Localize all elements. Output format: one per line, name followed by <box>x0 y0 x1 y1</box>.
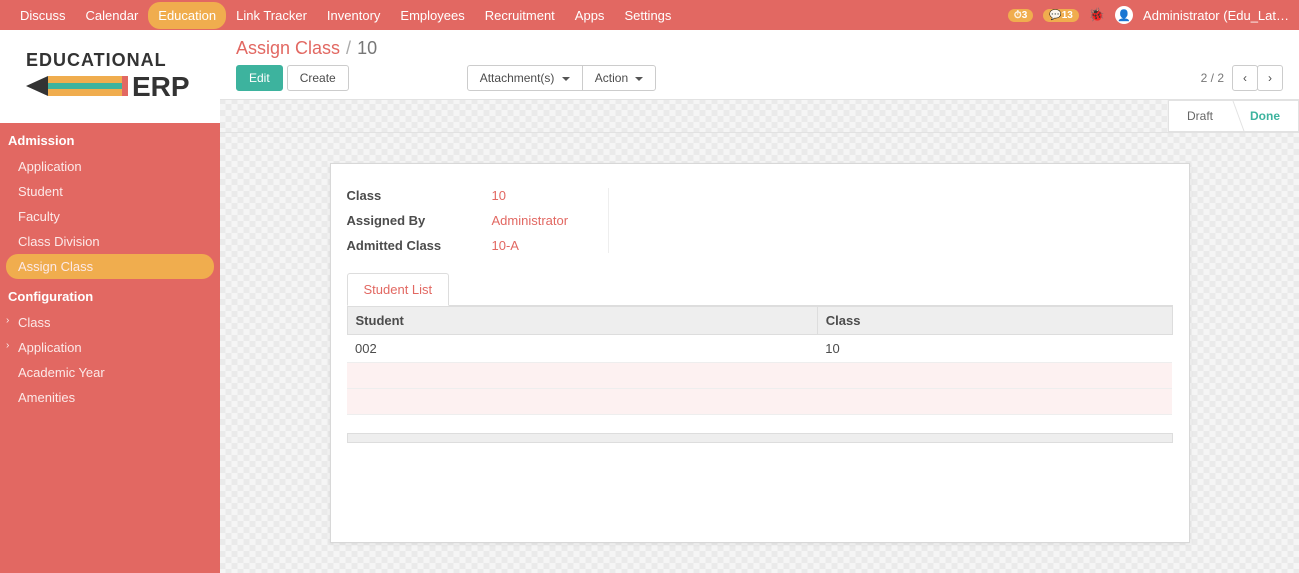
menu-calendar[interactable]: Calendar <box>76 2 149 29</box>
menu-link-tracker[interactable]: Link Tracker <box>226 2 317 29</box>
table-empty-row <box>347 363 1172 389</box>
chevron-left-icon: ‹ <box>1243 71 1247 85</box>
main-menu: Discuss Calendar Education Link Tracker … <box>10 2 681 29</box>
sidebar-section-admission: Admission <box>0 123 220 154</box>
sidebar-item-assign-class[interactable]: Assign Class <box>6 254 214 279</box>
user-avatar[interactable]: 👤 <box>1115 6 1133 24</box>
debug-icon[interactable]: 🐞 <box>1089 7 1105 23</box>
menu-employees[interactable]: Employees <box>390 2 474 29</box>
sidebar-item-application[interactable]: Application <box>0 154 220 179</box>
user-menu[interactable]: Administrator (Edu_Lat… <box>1143 8 1289 23</box>
messaging-icon[interactable]: 💬13 <box>1043 9 1079 22</box>
sidebar-item-config-application[interactable]: ›Application <box>0 335 220 360</box>
sidebar-item-amenities[interactable]: Amenities <box>0 385 220 410</box>
assigned-by-label: Assigned By <box>347 213 492 228</box>
sidebar-item-class-division[interactable]: Class Division <box>0 229 220 254</box>
assigned-by-value[interactable]: Administrator <box>492 213 569 228</box>
col-student[interactable]: Student <box>347 307 817 335</box>
systray: ⏱3 💬13 🐞 👤 Administrator (Edu_Lat… <box>1008 6 1289 24</box>
clock-icon: ⏱ <box>1014 10 1022 21</box>
menu-recruitment[interactable]: Recruitment <box>475 2 565 29</box>
table-row[interactable]: 002 10 <box>347 335 1172 363</box>
breadcrumb: Assign Class / 10 <box>236 38 1283 59</box>
cell-student: 002 <box>347 335 817 363</box>
sheet-footer-bar <box>347 433 1173 443</box>
sidebar-section-configuration: Configuration <box>0 279 220 310</box>
menu-apps[interactable]: Apps <box>565 2 615 29</box>
class-label: Class <box>347 188 492 203</box>
table-empty-row <box>347 389 1172 415</box>
class-value[interactable]: 10 <box>492 188 569 203</box>
form-fields: Class 10 Assigned By Administrator Admit… <box>347 188 1173 253</box>
messaging-count: 13 <box>1062 10 1073 21</box>
sidebar-item-class[interactable]: ›Class <box>0 310 220 335</box>
menu-discuss[interactable]: Discuss <box>10 2 76 29</box>
chevron-right-icon: › <box>6 315 9 326</box>
menu-education[interactable]: Education <box>148 2 226 29</box>
top-navbar: Discuss Calendar Education Link Tracker … <box>0 0 1299 30</box>
center-button-group: Attachment(s) Action <box>467 65 657 91</box>
control-panel: Assign Class / 10 Edit Create Attachment… <box>220 30 1299 100</box>
activity-icon[interactable]: ⏱3 <box>1008 9 1033 22</box>
breadcrumb-root[interactable]: Assign Class <box>236 38 340 59</box>
admitted-class-label: Admitted Class <box>347 238 492 253</box>
admitted-class-value[interactable]: 10-A <box>492 238 569 253</box>
form-sheet: Class 10 Assigned By Administrator Admit… <box>330 163 1190 543</box>
caret-down-icon <box>635 77 643 81</box>
left-sidebar: EDUCATIONAL ERP Admission Application St… <box>0 30 220 573</box>
col-class[interactable]: Class <box>817 307 1172 335</box>
tab-student-list[interactable]: Student List <box>347 273 450 306</box>
status-bar: Draft Done <box>220 100 1299 133</box>
main-content: Assign Class / 10 Edit Create Attachment… <box>220 30 1299 573</box>
action-button[interactable]: Action <box>582 65 657 91</box>
create-button[interactable]: Create <box>287 65 349 91</box>
app-logo[interactable]: EDUCATIONAL ERP <box>0 30 220 123</box>
caret-down-icon <box>562 77 570 81</box>
attachments-button[interactable]: Attachment(s) <box>467 65 583 91</box>
chat-icon: 💬 <box>1049 10 1061 21</box>
pager-text[interactable]: 2 / 2 <box>1201 71 1224 85</box>
activity-count: 3 <box>1022 10 1028 21</box>
status-draft[interactable]: Draft <box>1168 100 1232 132</box>
notebook-tabs: Student List <box>347 273 1173 306</box>
chevron-right-icon: › <box>6 340 9 351</box>
chevron-right-icon: › <box>1268 71 1272 85</box>
pager: 2 / 2 ‹ › <box>1201 65 1283 91</box>
menu-inventory[interactable]: Inventory <box>317 2 390 29</box>
cell-class: 10 <box>817 335 1172 363</box>
menu-settings[interactable]: Settings <box>614 2 681 29</box>
sidebar-item-academic-year[interactable]: Academic Year <box>0 360 220 385</box>
sidebar-item-student[interactable]: Student <box>0 179 220 204</box>
breadcrumb-separator: / <box>346 38 351 59</box>
svg-text:ERP: ERP <box>132 71 190 102</box>
breadcrumb-current: 10 <box>357 38 377 59</box>
svg-text:EDUCATIONAL: EDUCATIONAL <box>26 50 167 70</box>
pager-prev-button[interactable]: ‹ <box>1232 65 1258 91</box>
pager-next-button[interactable]: › <box>1257 65 1283 91</box>
edit-button[interactable]: Edit <box>236 65 283 91</box>
sidebar-item-faculty[interactable]: Faculty <box>0 204 220 229</box>
student-list-table: Student Class 002 10 <box>347 306 1173 415</box>
